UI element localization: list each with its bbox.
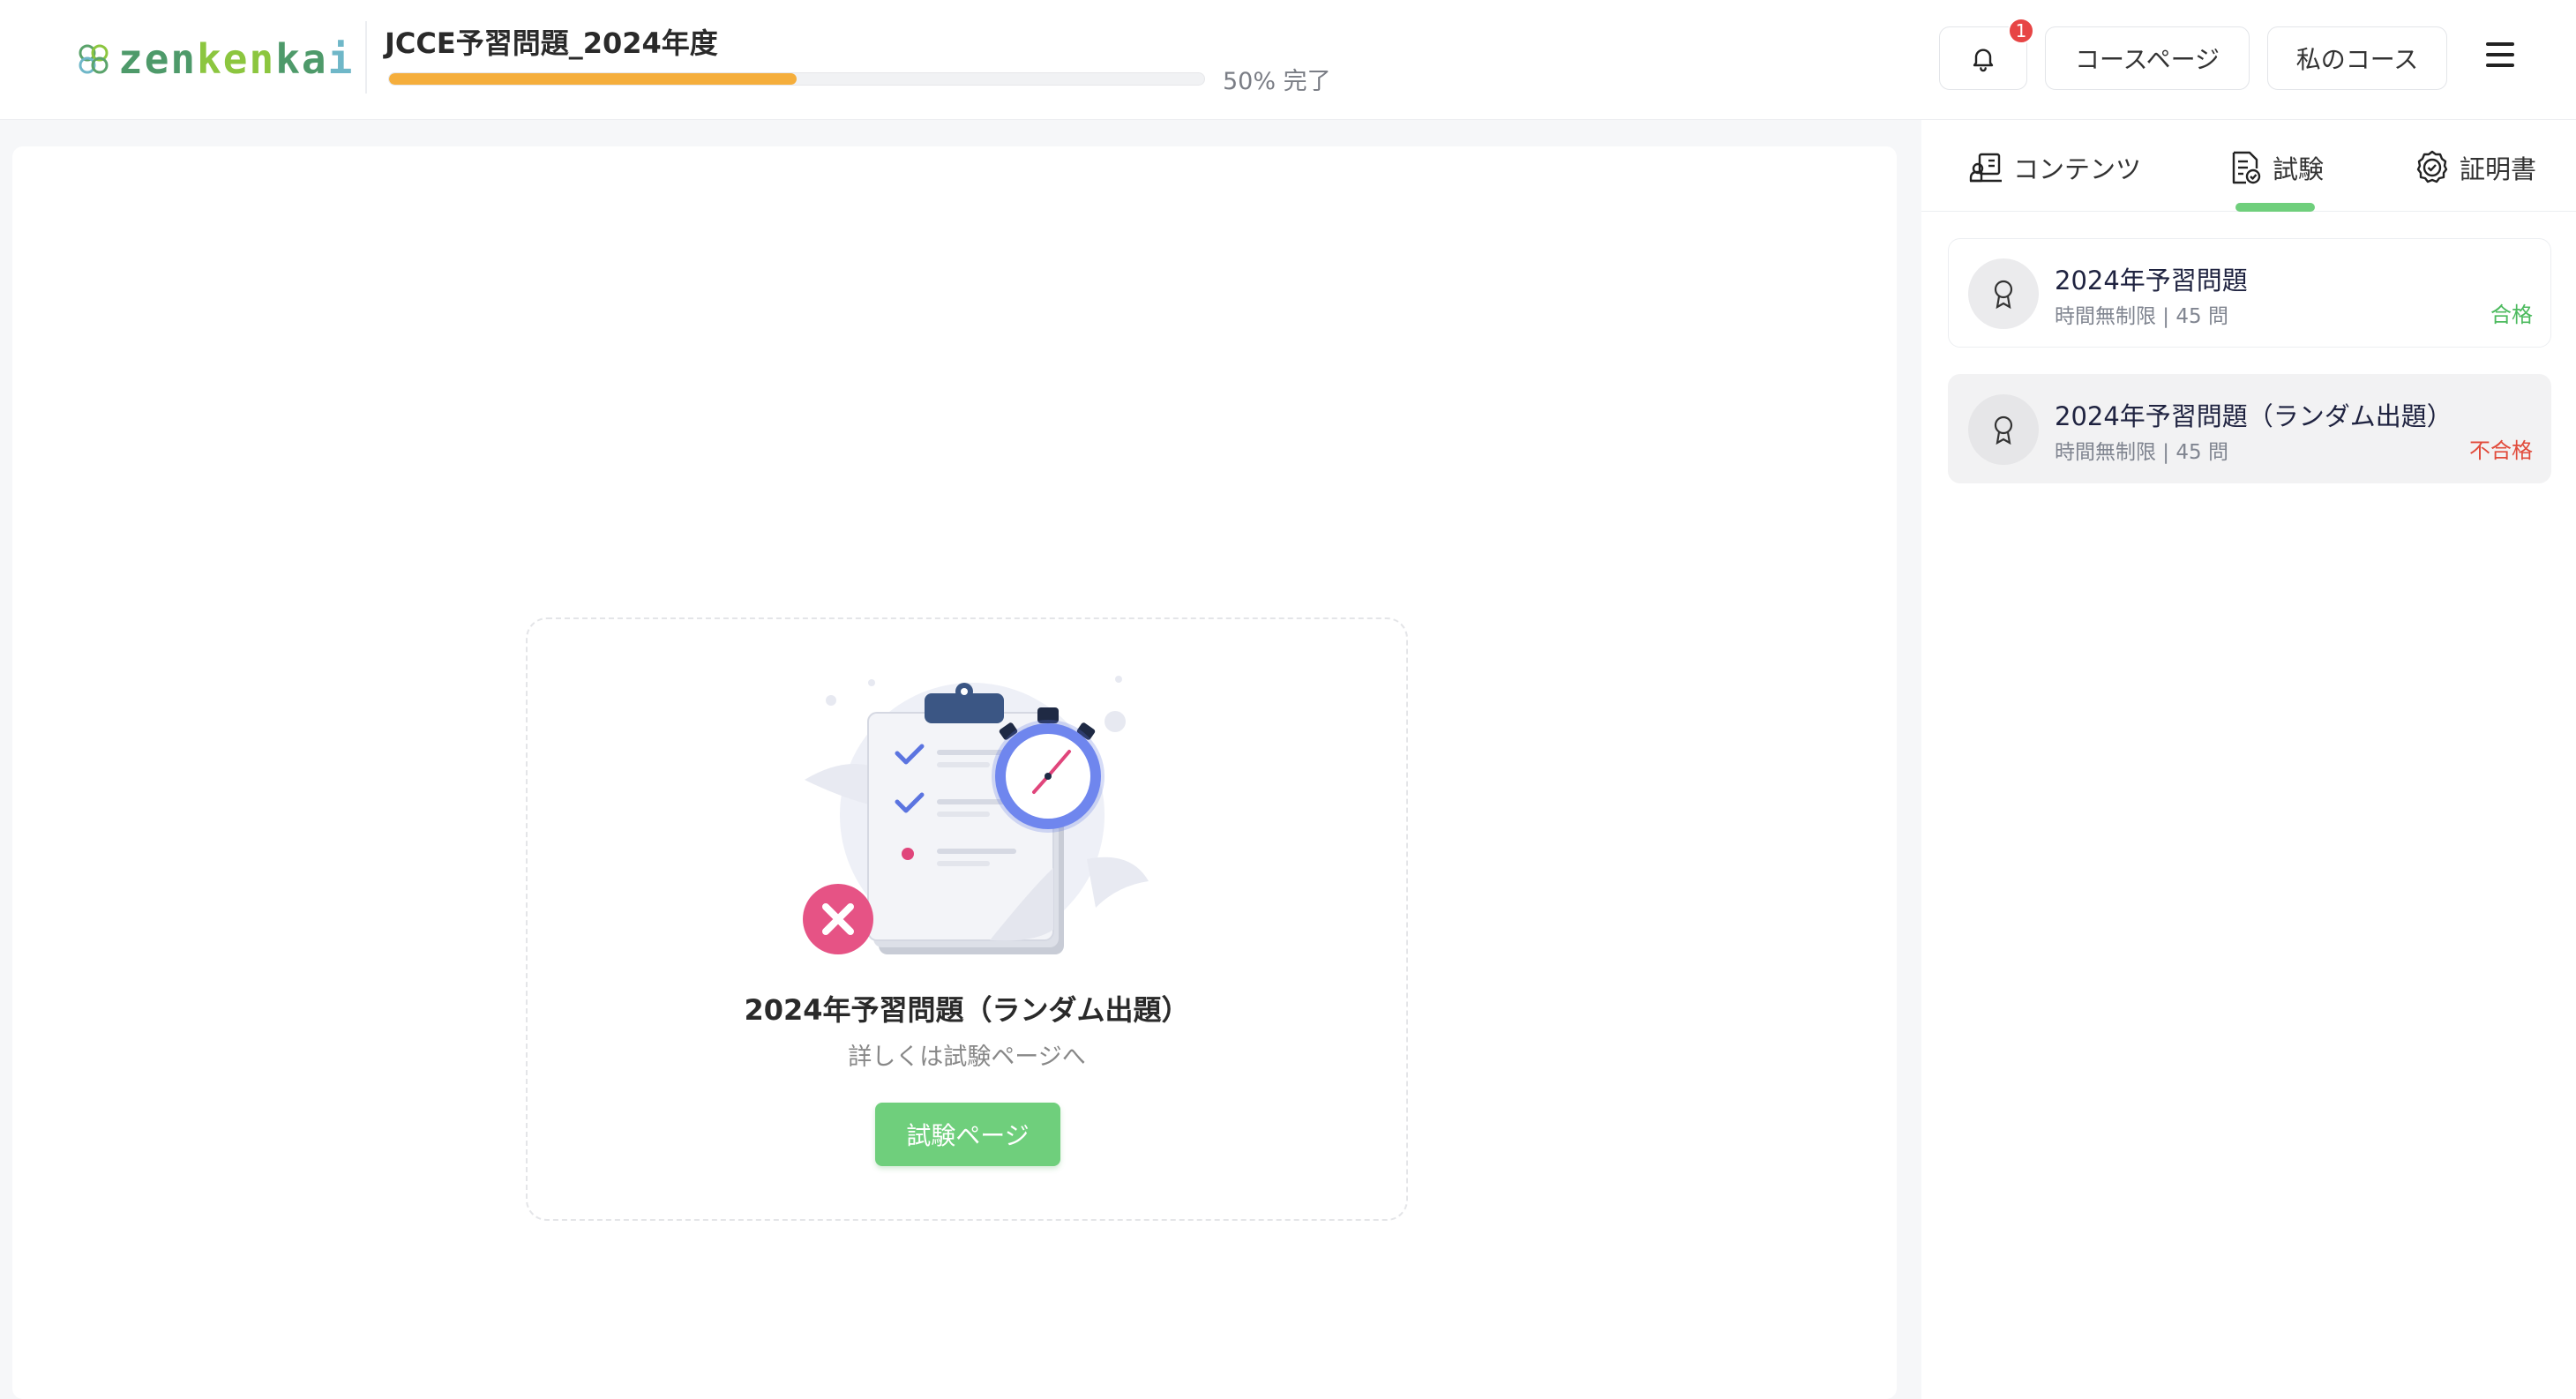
exam-item-title: 2024年予習問題 [2055,266,2248,296]
exam-page-button[interactable]: 試験ページ [875,1103,1060,1166]
exam-list-item[interactable]: 2024年予習問題 時間無制限 | 45 問 合格 [1948,238,2551,348]
course-progress-fill [389,73,797,85]
certificate-icon [2416,150,2448,183]
my-course-button[interactable]: 私のコース [2267,26,2447,90]
exam-list-item[interactable]: 2024年予習問題（ランダム出題） 時間無制限 | 45 問 不合格 [1948,374,2551,483]
tab-certificate-label: 証明書 [2460,154,2537,184]
exam-subtitle: 詳しくは試験ページへ [848,1044,1086,1071]
zenkenkai-logo[interactable]: zenkenkai [74,35,354,83]
exam-icon [2232,151,2261,184]
content-icon [1969,153,2002,183]
tab-certificate[interactable]: 証明書 [2414,141,2536,194]
tab-exam[interactable]: 試験 [2227,141,2324,194]
bell-icon [1973,49,1994,72]
active-tab-indicator [2235,203,2315,212]
exam-item-meta: 時間無制限 | 45 問 [2055,441,2228,464]
right-sidebar: コンテンツ 試験 証明書 2024年予習問題 時間無制限 | 45 問 合格 2… [1921,120,2576,1399]
tab-content-label: コンテンツ [2013,154,2142,184]
course-page-button[interactable]: コースページ [2045,26,2250,90]
exam-clipboard-illustration-icon [803,676,1149,954]
tab-exam-label: 試験 [2273,154,2325,184]
exam-info-card: 2024年予習問題（ランダム出題） 詳しくは試験ページへ 試験ページ [526,617,1408,1221]
medal-icon [1968,394,2039,465]
exam-item-meta: 時間無制限 | 45 問 [2055,305,2228,328]
logo-wordmark: zenkenkai [118,35,355,83]
tab-content[interactable]: コンテンツ [1967,141,2141,194]
exam-title: 2024年予習問題（ランダム出題） [744,993,1190,1027]
exam-status-badge: 合格 [2490,303,2533,327]
progress-text: 50% 完了 [1223,68,1331,95]
hamburger-menu-icon[interactable] [2482,39,2518,71]
sidebar-tabs: コンテンツ 試験 証明書 [1921,120,2576,212]
course-progress-bar [388,72,1205,86]
exam-status-badge: 不合格 [2469,438,2533,463]
header-divider [365,21,367,94]
course-title: JCCE予習問題_2024年度 [385,26,718,60]
medal-icon [1968,258,2039,329]
exam-item-title: 2024年予習問題（ランダム出題） [2055,401,2452,431]
top-header: zenkenkai JCCE予習問題_2024年度 50% 完了 1 コースペー… [0,0,2576,120]
main-content-panel: 2024年予習問題（ランダム出題） 詳しくは試験ページへ 試験ページ [12,146,1897,1399]
notification-count-badge: 1 [2008,18,2034,44]
clover-icon [79,44,109,74]
